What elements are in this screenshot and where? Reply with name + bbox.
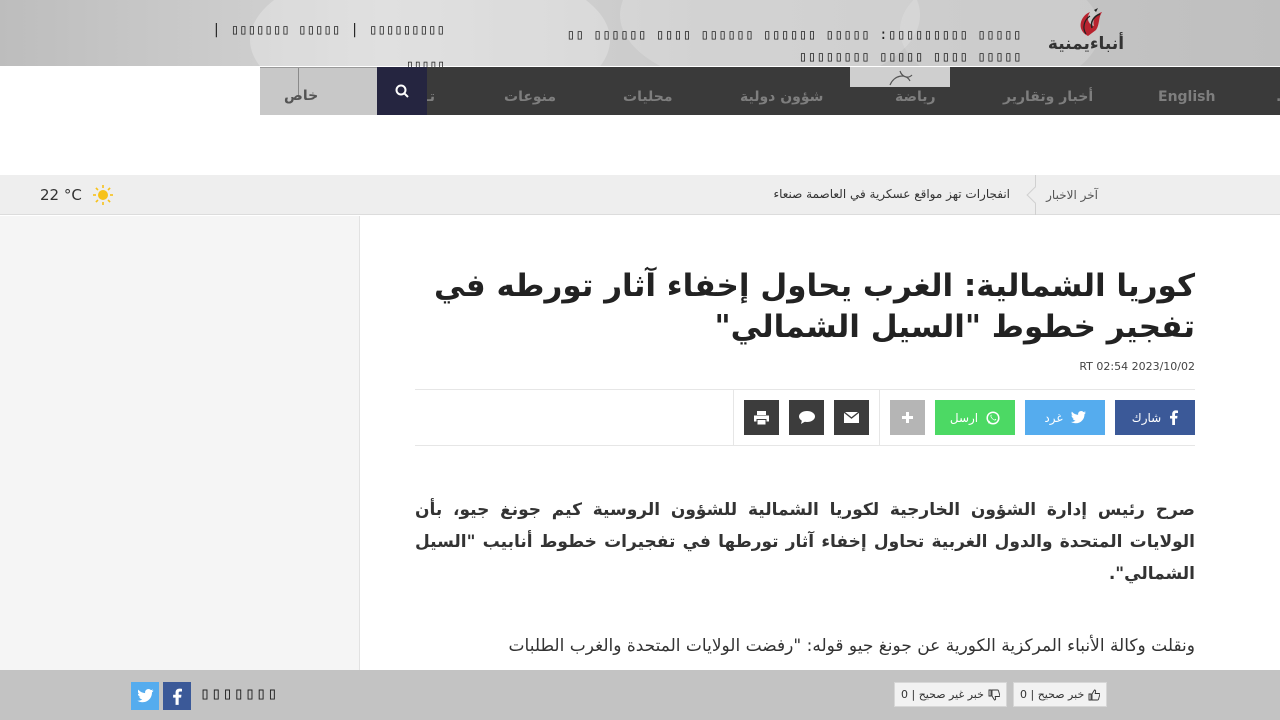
facebook-icon <box>1170 410 1179 425</box>
twitter-share-button[interactable]: غرد <box>1025 400 1105 435</box>
nav-item-edge[interactable]: . <box>1276 67 1280 115</box>
news-ticker: آخر الاخبار انفجارات تهز مواقع عسكرية في… <box>0 175 1280 215</box>
nav-item-international[interactable]: شؤون دولية <box>740 67 823 115</box>
top-links: | ▯▯▯▯▯▯▯ ▯▯▯▯▯ | ▯▯▯▯▯▯▯▯▯ <box>214 22 445 38</box>
share-divider <box>733 390 734 445</box>
facebook-icon <box>173 688 182 705</box>
comment-button[interactable] <box>789 400 824 435</box>
weather-widget: 22 °C <box>40 184 114 206</box>
vote-true-button[interactable]: خبر صحيح | 0 <box>1013 682 1108 707</box>
thumbs-down-icon <box>988 689 1000 700</box>
whatsapp-share-button[interactable]: ارسل <box>935 400 1015 435</box>
nav-active-tab[interactable] <box>850 67 950 87</box>
vote-true-label: خبر صحيح | 0 <box>1020 688 1085 701</box>
ticker-label: آخر الاخبار <box>1046 188 1098 202</box>
nav-item-local[interactable]: محليات <box>623 67 673 115</box>
article-body: صرح رئيس إدارة الشؤون الخارجية لكوريا ال… <box>415 494 1195 662</box>
vote-false-button[interactable]: خبر غير صحيح | 0 <box>894 682 1007 707</box>
special-label: خاص <box>284 88 319 104</box>
facebook-share-label: شارك <box>1131 410 1162 425</box>
top-headline[interactable]: ▯▯▯▯▯ ▯▯▯▯▯▯▯▯▯: ▯▯▯▯▯ ▯▯▯▯▯▯ ▯▯▯▯▯▯ ▯▯▯… <box>540 24 1022 68</box>
whatsapp-icon <box>986 410 1000 425</box>
comment-icon <box>798 411 815 424</box>
left-sidebar <box>0 216 360 720</box>
nav-item-english[interactable]: English <box>1158 67 1215 115</box>
thumbs-up-icon <box>1088 689 1101 700</box>
facebook-share-button[interactable]: شارك <box>1115 400 1195 435</box>
special-section[interactable]: خاص <box>260 67 377 115</box>
nav-item-reports[interactable]: أخبار وتقارير <box>1003 67 1093 115</box>
email-button[interactable] <box>834 400 869 435</box>
footer-facebook-button[interactable] <box>163 682 191 710</box>
footer-twitter-button[interactable] <box>131 682 159 710</box>
envelope-icon <box>844 412 859 423</box>
print-icon <box>754 410 769 425</box>
article-title: كوريا الشمالية: الغرب يحاول إخفاء آثار ت… <box>434 268 1195 345</box>
article-paragraph: ونقلت وكالة الأنباء المركزية الكورية عن … <box>508 636 1195 656</box>
search-button[interactable] <box>377 67 427 115</box>
twitter-icon <box>1070 411 1086 424</box>
plus-icon <box>902 412 913 423</box>
twitter-icon <box>136 689 154 703</box>
top-link-separator: | <box>352 22 358 38</box>
top-link-1[interactable]: ▯▯▯▯▯▯▯▯▯ <box>369 22 445 38</box>
more-share-button[interactable] <box>890 400 925 435</box>
vote-false-label: خبر غير صحيح | 0 <box>901 688 984 701</box>
article: كوريا الشمالية: الغرب يحاول إخفاء آثار ت… <box>415 216 1195 702</box>
footer-follow-label: ▯▯▯▯▯▯▯ <box>200 684 279 704</box>
nav-item-misc[interactable]: منوعات <box>504 67 556 115</box>
whatsapp-share-label: ارسل <box>949 410 979 425</box>
print-button[interactable] <box>744 400 779 435</box>
share-divider <box>879 390 880 445</box>
article-meta: 2023/10/02 02:54 RT <box>1079 360 1195 373</box>
ticker-headline[interactable]: انفجارات تهز مواقع عسكرية في العاصمة صنع… <box>773 175 1010 215</box>
sun-icon <box>92 185 113 205</box>
article-paragraph: صرح رئيس إدارة الشؤون الخارجية لكوريا ال… <box>415 500 1195 584</box>
site-logo-text: أنباءيمنية <box>1047 34 1125 54</box>
search-icon <box>395 84 409 98</box>
twitter-share-label: غرد <box>1044 410 1063 425</box>
calligraphy-icon <box>889 70 913 86</box>
top-link-2[interactable]: ▯▯▯▯▯▯▯ ▯▯▯▯▯ <box>231 22 341 38</box>
weather-temp: 22 °C <box>40 186 82 204</box>
nav-item-partial[interactable]: تـ <box>427 67 435 115</box>
footer-bar: ▯▯▯▯▯▯▯ خبر صحيح | 0 خبر غير صحيح | 0 <box>0 670 1280 720</box>
share-bar: شارك غرد ارسل <box>415 389 1195 446</box>
top-link-separator: | <box>214 22 219 38</box>
